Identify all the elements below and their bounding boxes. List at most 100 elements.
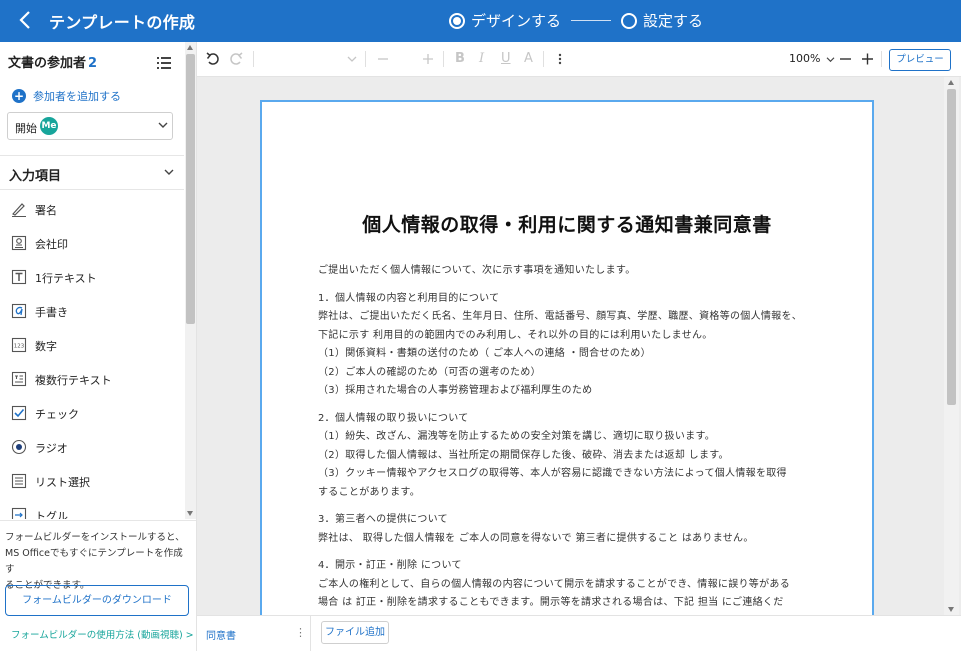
avatar: Me bbox=[40, 117, 58, 135]
field-item-list-select[interactable]: リスト選択 bbox=[0, 465, 184, 499]
zoom-in-button[interactable] bbox=[862, 51, 873, 67]
step-settings[interactable]: 設定する bbox=[621, 10, 703, 31]
more-vertical-icon[interactable]: ⋮ bbox=[295, 626, 306, 639]
radio-icon bbox=[11, 439, 27, 455]
participant-select[interactable]: 開始 Me bbox=[7, 112, 173, 140]
svg-text:123: 123 bbox=[14, 344, 25, 350]
field-item-label: 手書き bbox=[35, 306, 68, 319]
checkbox-icon bbox=[11, 405, 27, 421]
font-color-button[interactable]: A bbox=[524, 51, 533, 66]
document-line: （3）採用された場合の人事労務管理および福利厚生のため bbox=[318, 385, 593, 396]
field-item-label: 複数行テキスト bbox=[35, 374, 112, 387]
redo-icon bbox=[230, 52, 243, 65]
bold-button[interactable]: B bbox=[455, 51, 465, 66]
font-size-decrease-button[interactable] bbox=[378, 51, 388, 67]
list-select-icon bbox=[11, 473, 27, 489]
signature-icon bbox=[12, 203, 26, 217]
sidebar: 文書の参加者 2 + 参加者を追加する 開始 Me 入力項目 署名 会社印 1行… bbox=[0, 42, 197, 651]
form-builder-download-button[interactable]: フォームビルダーのダウンロード bbox=[5, 585, 189, 616]
handwriting-icon bbox=[11, 303, 27, 319]
scrollbar-thumb[interactable] bbox=[947, 89, 956, 405]
text-icon bbox=[11, 269, 27, 285]
step-indicator: デザインする 設定する bbox=[449, 10, 703, 31]
document-line: することがあります。 bbox=[318, 486, 420, 498]
toolbar-divider bbox=[543, 51, 544, 67]
form-builder-howto-link[interactable]: フォームビルダーの使用方法 (動画視聴) > bbox=[11, 627, 194, 641]
step-label: デザインする bbox=[471, 12, 562, 30]
chevron-down-icon bbox=[158, 122, 168, 128]
scrollbar-thumb[interactable] bbox=[186, 54, 195, 324]
font-select[interactable] bbox=[347, 51, 357, 67]
field-item-label: リスト選択 bbox=[35, 476, 90, 489]
more-options-button[interactable] bbox=[558, 51, 562, 67]
redo-button[interactable] bbox=[229, 51, 243, 67]
scroll-up-arrow-icon[interactable] bbox=[948, 80, 954, 85]
sidebar-scrollbar[interactable] bbox=[185, 42, 196, 519]
list-view-icon[interactable] bbox=[157, 54, 171, 69]
participants-title: 文書の参加者 bbox=[8, 56, 87, 71]
field-item-number[interactable]: 123 数字 bbox=[0, 329, 184, 363]
field-item-multiline-text[interactable]: 複数行テキスト bbox=[0, 363, 184, 397]
add-participant-link[interactable]: + 参加者を追加する bbox=[12, 88, 121, 104]
chevron-down-icon bbox=[347, 56, 357, 62]
plus-circle-icon: + bbox=[12, 89, 26, 103]
zoom-out-button[interactable] bbox=[840, 51, 851, 67]
document-line: ご提出いただく個人情報について、次に示す事項を通知いたします。 bbox=[318, 265, 636, 276]
field-item-checkbox[interactable]: チェック bbox=[0, 397, 184, 431]
toggle-icon bbox=[11, 507, 27, 519]
italic-button[interactable]: I bbox=[479, 51, 484, 66]
zoom-level: 100% bbox=[789, 52, 821, 65]
toolbar-divider bbox=[253, 51, 254, 67]
scroll-down-arrow-icon[interactable] bbox=[187, 511, 193, 516]
scroll-down-arrow-icon[interactable] bbox=[948, 607, 954, 612]
sidebar-footer: フォームビルダーをインストールすると、 MS Officeでもすぐにテンプレート… bbox=[0, 520, 196, 651]
step-design[interactable]: デザインする bbox=[449, 10, 561, 31]
field-item-label: 1行テキスト bbox=[35, 272, 97, 285]
field-item-label: 数字 bbox=[35, 340, 57, 353]
field-item-company-seal[interactable]: 会社印 bbox=[0, 227, 184, 261]
undo-icon bbox=[206, 52, 219, 65]
zoom-select[interactable]: 100% bbox=[789, 52, 835, 65]
plus-icon bbox=[862, 53, 873, 65]
document-title: 個人情報の取得・利用に関する通知書兼同意書 bbox=[362, 214, 772, 236]
more-vertical-icon bbox=[558, 53, 562, 65]
canvas-scrollbar[interactable] bbox=[944, 77, 959, 615]
field-item-handwriting[interactable]: 手書き bbox=[0, 295, 184, 329]
preview-button[interactable]: プレビュー bbox=[889, 49, 951, 71]
tab-document-label: 同意書 bbox=[206, 631, 236, 642]
field-item-label: 署名 bbox=[35, 204, 57, 217]
chevron-down-icon bbox=[826, 56, 835, 62]
minus-icon bbox=[840, 58, 851, 60]
chevron-down-icon bbox=[164, 169, 174, 175]
document-line: （3）クッキー情報やアクセスログの取得等、本人が容易に認識できない方法によって個… bbox=[318, 468, 787, 479]
document-line: 下記に示す 利用目的の範囲内でのみ利用し、それ以外の目的には利用いたしません。 bbox=[318, 329, 713, 341]
undo-button[interactable] bbox=[206, 51, 220, 67]
document-heading: 1．個人情報の内容と利用目的について bbox=[318, 292, 500, 304]
document-line: 弊社は、ご提出いただく氏名、生年月日、住所、電話番号、顔写真、学歴、職歴、資格等… bbox=[318, 311, 803, 322]
document-line: （1）関係資料・書類の送付のため（ ご本人への連絡 ・問合せのため） bbox=[318, 348, 651, 359]
add-file-button[interactable]: ファイル追加 bbox=[321, 621, 389, 644]
fields-section-header[interactable]: 入力項目 bbox=[0, 156, 184, 190]
minus-icon bbox=[378, 58, 388, 60]
document-page[interactable]: 個人情報の取得・利用に関する通知書兼同意書 ご提出いただく個人情報について、次に… bbox=[260, 100, 874, 615]
tab-document[interactable]: 同意書 ⋮ bbox=[197, 616, 311, 651]
company-seal-icon bbox=[11, 235, 27, 251]
document-line: （2）取得した個人情報は、当社所定の期間保存した後、破砕、消去または返却 します… bbox=[318, 449, 729, 461]
page-title: テンプレートの作成 bbox=[49, 13, 196, 32]
field-item-label: 会社印 bbox=[35, 238, 68, 251]
radio-unselected-icon bbox=[621, 12, 638, 29]
participant-select-label: 開始 bbox=[15, 122, 37, 135]
field-item-single-text[interactable]: 1行テキスト bbox=[0, 261, 184, 295]
field-item-toggle[interactable]: トグル bbox=[0, 499, 184, 519]
document-tabs-bar: 同意書 ⋮ ファイル追加 bbox=[197, 615, 961, 651]
field-item-signature[interactable]: 署名 bbox=[0, 193, 184, 227]
back-button[interactable] bbox=[14, 8, 38, 32]
multiline-text-icon bbox=[11, 371, 27, 387]
font-size-increase-button[interactable] bbox=[423, 51, 433, 67]
document-heading: 2．個人情報の取り扱いについて bbox=[318, 412, 469, 424]
underline-button[interactable]: U bbox=[501, 51, 511, 66]
scroll-up-arrow-icon[interactable] bbox=[187, 45, 193, 50]
document-canvas[interactable]: 個人情報の取得・利用に関する通知書兼同意書 ご提出いただく個人情報について、次に… bbox=[197, 77, 961, 615]
field-item-radio[interactable]: ラジオ bbox=[0, 431, 184, 465]
document-line: 弊社は、 取得した個人情報を ご本人の同意を得ないで 第三者に提供すること はあ… bbox=[318, 532, 754, 544]
